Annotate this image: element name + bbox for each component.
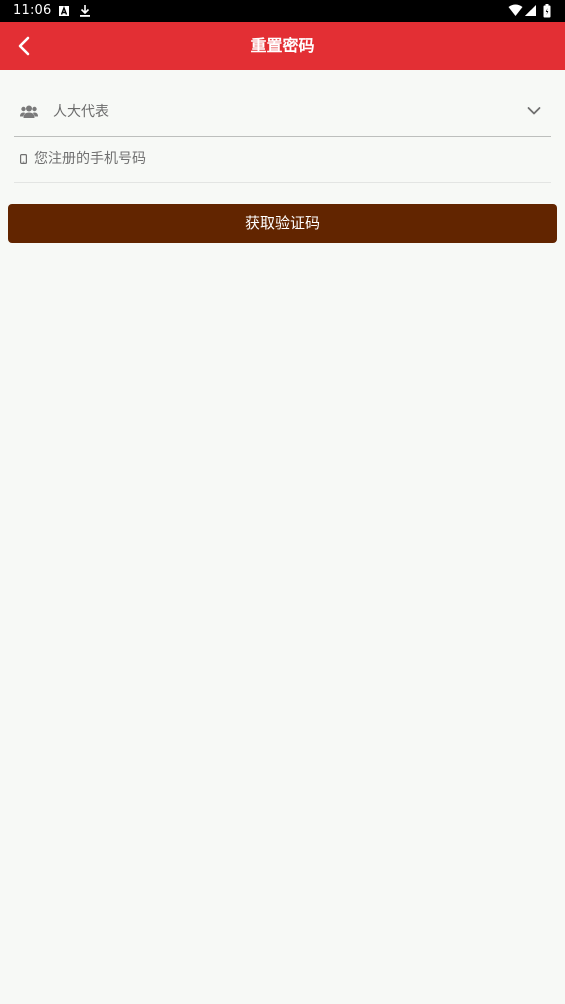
status-bar: 11:06: [0, 0, 565, 22]
role-selected-value: 人大代表: [53, 104, 109, 120]
phone-input[interactable]: [34, 145, 534, 173]
reset-password-screen: 11:06 重置密码 人大代表 您注册的手机号码 获取验证码: [0, 0, 565, 1004]
mobile-icon: [20, 154, 27, 164]
page-title: 重置密码: [250, 36, 315, 55]
back-button[interactable]: [6, 28, 42, 64]
wifi-icon: [508, 4, 523, 16]
signal-icon: [525, 5, 536, 16]
users-icon: [20, 105, 38, 118]
get-verification-code-button[interactable]: 获取验证码: [8, 204, 557, 243]
battery-icon: [543, 4, 551, 18]
phone-field-row: [14, 137, 551, 183]
status-time: 11:06: [13, 3, 52, 18]
app-header: 重置密码: [0, 22, 565, 70]
chevron-down-icon[interactable]: [527, 106, 541, 116]
role-select[interactable]: 人大代表: [14, 90, 551, 137]
chevron-left-icon: [18, 36, 30, 56]
notification-a-icon: [59, 6, 69, 16]
download-icon: [80, 5, 90, 17]
